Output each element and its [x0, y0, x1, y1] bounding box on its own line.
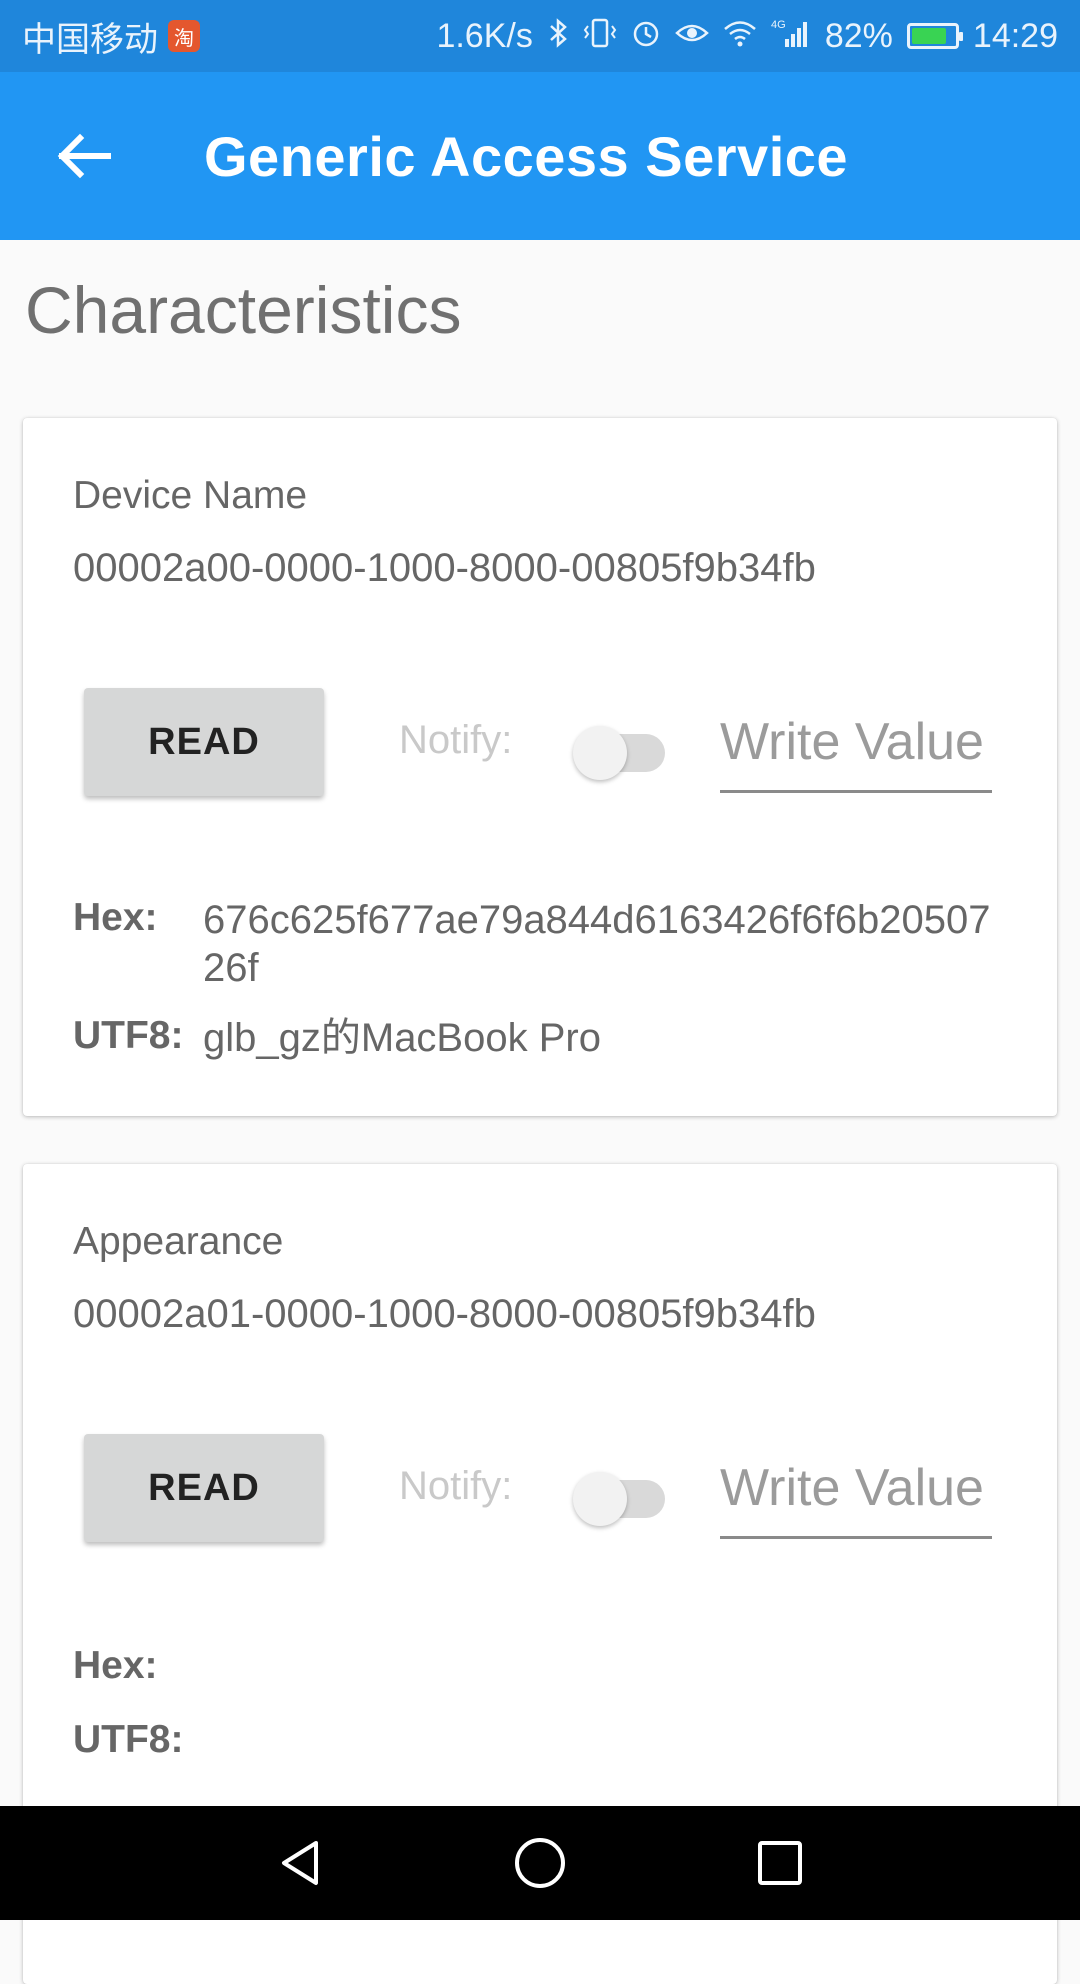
- wifi-icon: [723, 19, 757, 53]
- hex-label: Hex:: [73, 1644, 158, 1687]
- write-value-input[interactable]: [720, 1440, 992, 1539]
- taobao-app-icon: 淘: [168, 20, 200, 52]
- battery-percent: 82%: [824, 16, 893, 55]
- nav-back-icon: [282, 1841, 318, 1885]
- toggle-thumb: [573, 1472, 627, 1526]
- utf8-value: glb_gz的MacBook Pro: [203, 1016, 601, 1060]
- notify-toggle[interactable]: [573, 714, 669, 780]
- status-left: 中国移动 淘: [22, 12, 200, 61]
- svg-text:4G: 4G: [771, 19, 786, 31]
- write-value-input[interactable]: [720, 694, 992, 793]
- section-title: Characteristics: [25, 273, 462, 347]
- eye-comfort-icon: [675, 19, 709, 53]
- utf8-label: UTF8:: [73, 1718, 184, 1761]
- characteristic-uuid: 00002a00-0000-1000-8000-00805f9b34fb: [73, 546, 816, 590]
- page-title: Generic Access Service: [204, 124, 849, 188]
- arrow-left-icon: [57, 133, 111, 179]
- toggle-thumb: [573, 726, 627, 780]
- notify-toggle[interactable]: [573, 1460, 669, 1526]
- status-bar: 中国移动 淘 1.6K/s 4G 82% 14:29: [0, 0, 1080, 72]
- nav-recents-button[interactable]: [710, 1806, 850, 1920]
- network-speed: 1.6K/s: [436, 16, 533, 55]
- battery-fill: [911, 28, 947, 44]
- bluetooth-icon: [547, 17, 569, 55]
- notify-label: Notify:: [399, 1464, 513, 1508]
- read-button[interactable]: READ: [84, 688, 324, 796]
- utf8-label: UTF8:: [73, 1014, 184, 1057]
- app-bar: Generic Access Service: [0, 72, 1080, 240]
- nav-back-button[interactable]: [230, 1806, 370, 1920]
- status-right: 1.6K/s 4G 82% 14:29: [436, 17, 1058, 56]
- notify-label: Notify:: [399, 718, 513, 762]
- nav-recents-icon: [758, 1841, 802, 1885]
- navigation-bar: [0, 1806, 1080, 1920]
- hex-value: 676c625f677ae79a844d6163426f6f6b2050726f: [203, 898, 991, 990]
- read-button[interactable]: READ: [84, 1434, 324, 1542]
- nav-home-button[interactable]: [470, 1806, 610, 1920]
- characteristic-name: Device Name: [73, 474, 308, 517]
- carrier-name: 中国移动: [22, 20, 158, 59]
- alarm-icon: [631, 17, 661, 55]
- nav-home-icon: [515, 1838, 565, 1888]
- clock: 14:29: [972, 16, 1058, 55]
- battery-icon: [906, 23, 963, 49]
- hex-label: Hex:: [73, 896, 158, 939]
- characteristic-uuid: 00002a01-0000-1000-8000-00805f9b34fb: [73, 1292, 816, 1336]
- vibrate-icon: [583, 17, 617, 55]
- characteristic-name: Appearance: [73, 1220, 284, 1263]
- back-button[interactable]: [28, 100, 140, 212]
- cell-signal-icon: 4G: [771, 17, 811, 55]
- characteristic-card: Device Name 00002a00-0000-1000-8000-0080…: [23, 418, 1057, 1116]
